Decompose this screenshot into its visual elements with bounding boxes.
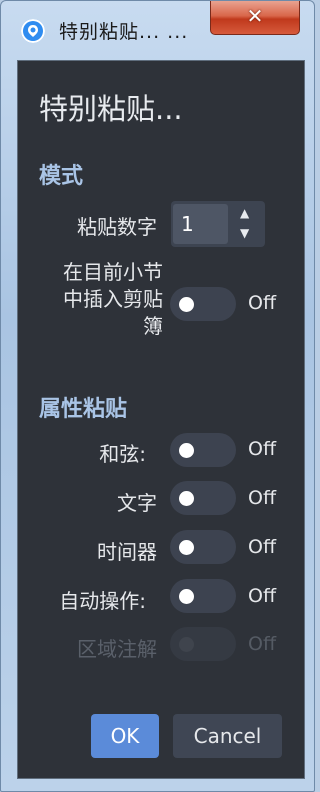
chord-toggle[interactable] [170,433,236,467]
automation-state: Off [248,585,277,607]
cancel-button[interactable]: Cancel [173,714,282,758]
dialog-body: 特别粘贴... 模式 粘贴数字 1 ▲ ▼ 在目前小节 中插入剪贴 簿 Off … [17,60,305,779]
text-label: 文字 [117,491,157,515]
toggle-knob [179,491,194,506]
toggle-knob [179,443,194,458]
region-annotation-label: 区域注解 [77,637,157,661]
timer-state: Off [248,536,277,558]
toggle-knob [179,637,194,652]
insert-clipboard-label: 在目前小节 中插入剪贴 簿 [36,259,163,340]
paste-count-value[interactable]: 1 [173,204,228,244]
insert-label-line2: 中插入剪贴 [63,287,163,311]
insert-label-line3: 簿 [143,314,163,338]
title-bar[interactable]: 特别粘贴... ... ✕ [1,1,316,53]
timer-toggle[interactable] [170,530,236,564]
section-attribute-paste: 属性粘贴 [39,397,128,422]
dialog-heading: 特别粘贴... [39,92,183,126]
timer-label: 时间器 [97,540,157,564]
region-annotation-toggle [170,627,236,661]
automation-toggle[interactable] [170,579,236,613]
region-annotation-state: Off [248,633,277,655]
chord-state: Off [248,438,277,460]
paste-count-stepper[interactable]: 1 ▲ ▼ [171,201,265,247]
insert-label-line1: 在目前小节 [63,260,163,284]
paste-count-label: 粘贴数字 [77,215,157,239]
ok-button[interactable]: OK [91,714,159,758]
toggle-knob [179,589,194,604]
toggle-knob [179,540,194,555]
automation-label: 自动操作: [59,589,146,613]
window-title: 特别粘贴... ... [59,21,189,43]
chevron-down-icon[interactable]: ▼ [240,226,249,240]
app-icon [21,19,45,43]
toggle-knob [179,297,194,312]
close-button[interactable]: ✕ [210,1,300,35]
insert-clipboard-state: Off [248,292,277,314]
close-icon: ✕ [246,4,264,28]
window-frame: 特别粘贴... ... ✕ 特别粘贴... 模式 粘贴数字 1 ▲ ▼ 在目前小… [0,0,315,792]
chord-label: 和弦: [99,442,146,466]
stepper-arrows[interactable]: ▲ ▼ [235,206,263,242]
text-toggle[interactable] [170,481,236,515]
text-state: Off [248,487,277,509]
section-mode: 模式 [39,164,84,189]
insert-clipboard-toggle[interactable] [170,287,236,321]
chevron-up-icon[interactable]: ▲ [240,206,249,220]
